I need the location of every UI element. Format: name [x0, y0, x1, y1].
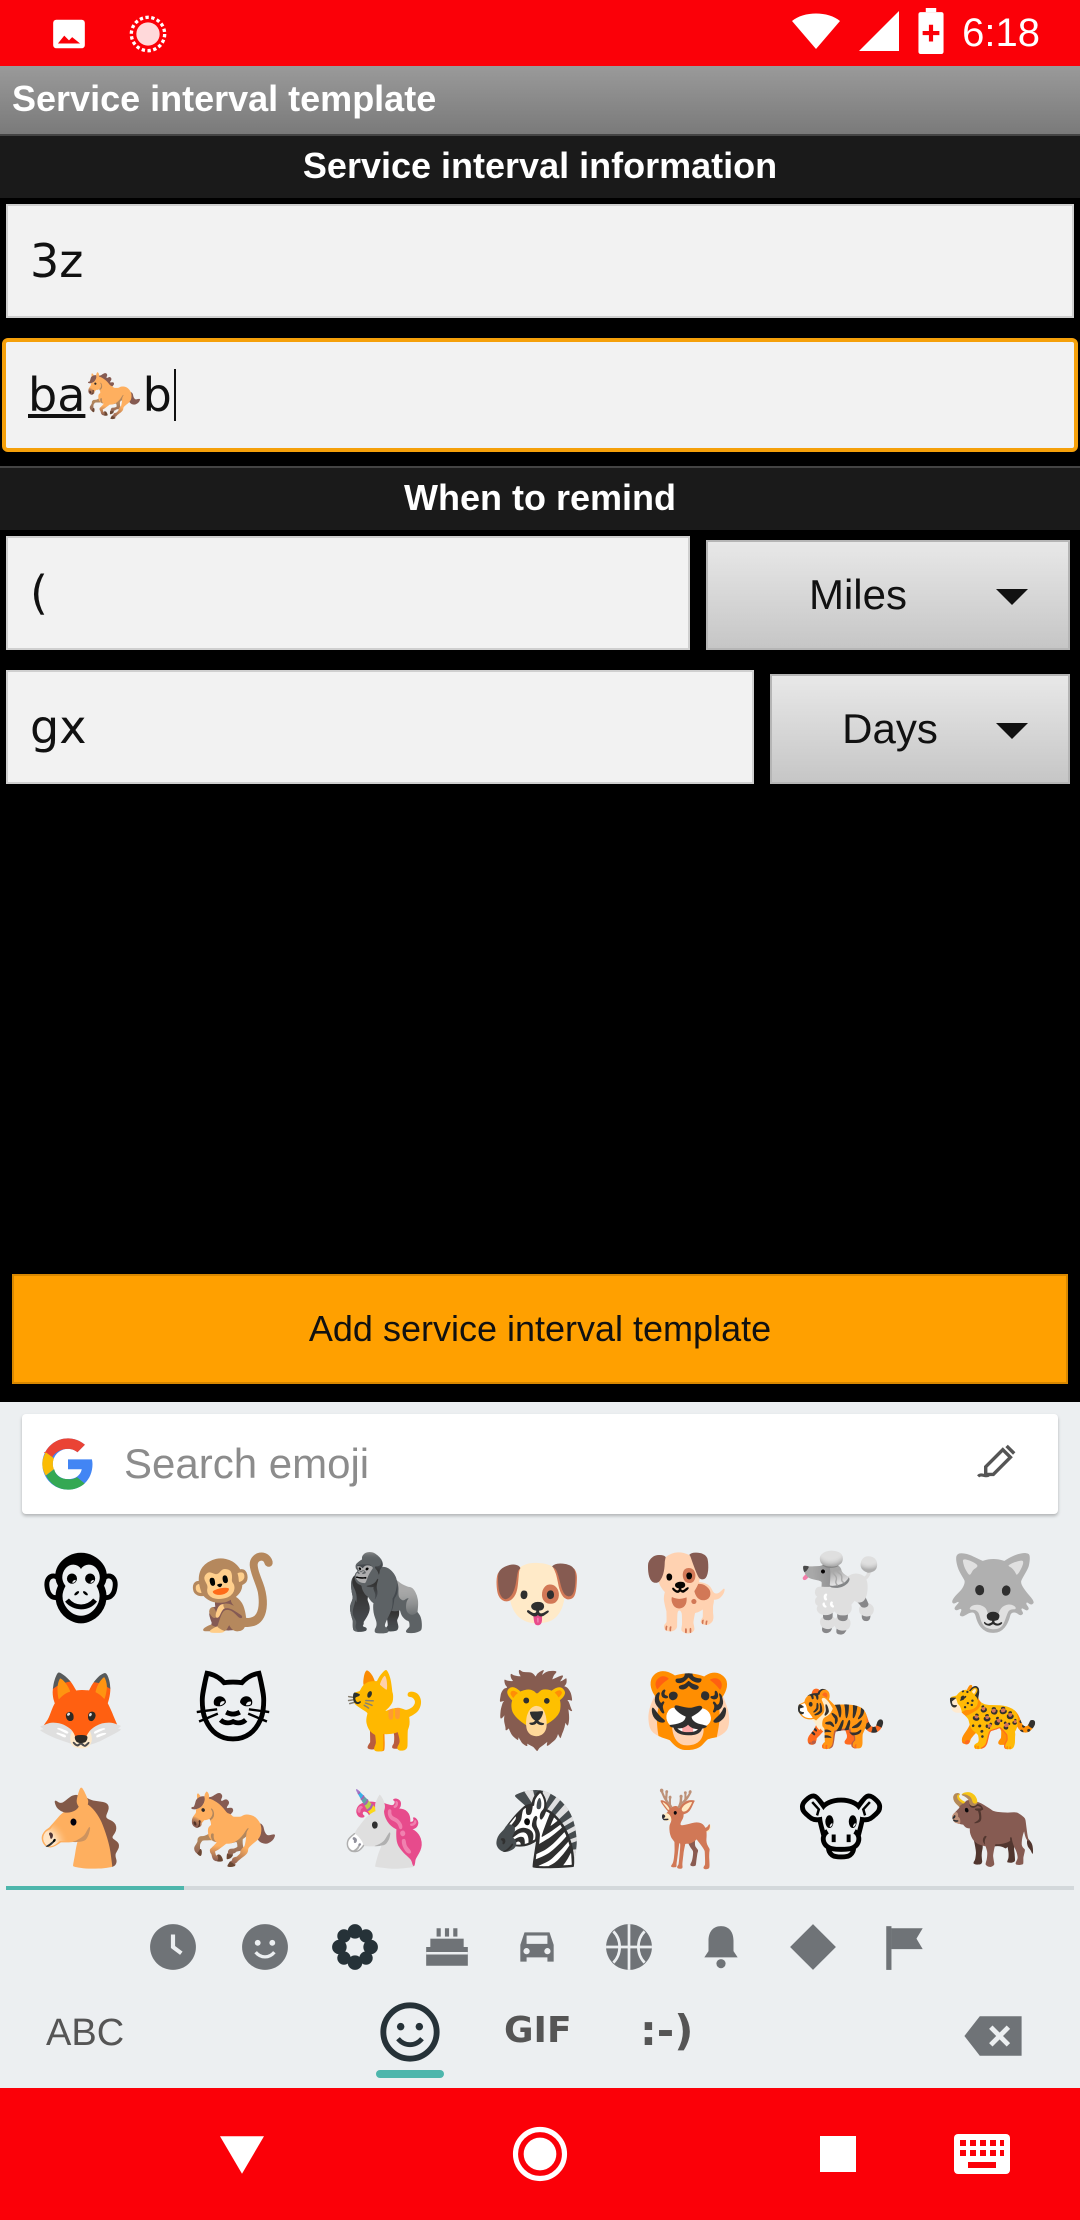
emoji-cat[interactable]: 🐈	[330, 1656, 440, 1766]
emoji-fox[interactable]: 🦊	[26, 1656, 136, 1766]
emoji-wolf[interactable]: 🐺	[938, 1538, 1048, 1648]
keyboard-bottom-row: ABC GIF :-)	[0, 1992, 1080, 2082]
service-description-field[interactable]: ba 🐎 b	[2, 338, 1078, 452]
emoji-horse-face[interactable]: 🐴	[26, 1774, 136, 1884]
description-text-underlined: ba	[28, 368, 86, 422]
chevron-down-icon	[996, 589, 1028, 605]
section-header-info: Service interval information	[0, 134, 1080, 198]
emoji-category-bar	[0, 1914, 1080, 1980]
emoji-leopard[interactable]: 🐆	[938, 1656, 1048, 1766]
abc-key[interactable]: ABC	[46, 2012, 124, 2055]
distance-unit-dropdown[interactable]: Miles	[706, 540, 1070, 650]
wifi-icon	[792, 11, 841, 56]
service-name-field[interactable]: 3z	[6, 204, 1074, 318]
chevron-down-icon	[996, 723, 1028, 739]
time-unit-dropdown[interactable]: Days	[770, 674, 1070, 784]
section-header-remind: When to remind	[0, 466, 1080, 530]
emoji-cow-face[interactable]: 🐮	[786, 1774, 896, 1884]
recents-icon[interactable]	[820, 2136, 856, 2177]
add-template-button[interactable]: Add service interval template	[12, 1274, 1068, 1384]
description-text-rest: b	[142, 368, 172, 422]
emoji-tab-indicator	[376, 2070, 444, 2078]
status-left	[50, 14, 168, 59]
time-unit-label: Days	[842, 705, 938, 752]
home-icon[interactable]	[512, 2126, 568, 2187]
service-name-value: 3z	[30, 234, 84, 288]
emoji-scroll-thumb	[6, 1886, 184, 1890]
google-logo-icon	[40, 1436, 96, 1497]
distance-interval-value: (	[30, 566, 48, 620]
signal-icon	[858, 11, 900, 56]
recent-icon[interactable]	[148, 1922, 198, 1972]
record-icon	[128, 14, 168, 59]
emoji-scroll-indicator	[6, 1886, 1074, 1890]
emoji-monkey[interactable]: 🐒	[178, 1538, 288, 1648]
time-interval-value: gx	[30, 700, 87, 754]
emoticon-key[interactable]: :-)	[640, 2006, 693, 2055]
emoji-dog-face[interactable]: 🐶	[482, 1538, 592, 1648]
emoji-unicorn[interactable]: 🦄	[330, 1774, 440, 1884]
image-icon	[50, 15, 88, 58]
navigation-bar	[0, 2088, 1080, 2220]
food-icon[interactable]	[422, 1922, 472, 1972]
objects-icon[interactable]	[696, 1922, 746, 1972]
emoji-zebra[interactable]: 🦓	[482, 1774, 592, 1884]
distance-unit-label: Miles	[808, 571, 907, 618]
emoji-tiger-face[interactable]: 🐯	[634, 1656, 744, 1766]
smileys-icon[interactable]	[240, 1922, 290, 1972]
emoji-cat-face[interactable]: 🐱	[178, 1656, 288, 1766]
time-interval-field[interactable]: gx	[6, 670, 754, 784]
status-time: 6:18	[962, 11, 1040, 55]
activity-icon[interactable]	[604, 1922, 654, 1972]
emoji-lion[interactable]: 🦁	[482, 1656, 592, 1766]
emoji-poodle[interactable]: 🐩	[786, 1538, 896, 1648]
nature-icon[interactable]	[330, 1922, 380, 1972]
back-icon[interactable]	[220, 2136, 264, 2179]
emoji-ox[interactable]: 🐂	[938, 1774, 1048, 1884]
backspace-icon[interactable]	[962, 2014, 1024, 2063]
text-cursor	[173, 369, 176, 421]
screen: 6:18 Service interval template Service i…	[0, 0, 1080, 2220]
horse-emoji-inline: 🐎	[85, 367, 143, 422]
keyboard-switch-icon[interactable]	[954, 2134, 1010, 2179]
distance-interval-field[interactable]: (	[6, 536, 690, 650]
search-emoji-placeholder: Search emoji	[124, 1440, 370, 1487]
flags-icon[interactable]	[880, 1922, 930, 1972]
emoji-horse[interactable]: 🐎	[178, 1774, 288, 1884]
emoji-monkey-face[interactable]: 🐵	[26, 1538, 136, 1648]
emoji-dog[interactable]: 🐕	[634, 1538, 744, 1648]
app-bar: Service interval template	[0, 66, 1080, 134]
emoji-deer[interactable]: 🦌	[634, 1774, 744, 1884]
gif-key[interactable]: GIF	[504, 2010, 572, 2051]
status-bar: 6:18	[0, 0, 1080, 66]
travel-icon[interactable]	[512, 1922, 562, 1972]
emoji-gorilla[interactable]: 🦍	[330, 1538, 440, 1648]
symbols-icon[interactable]	[788, 1922, 838, 1972]
status-right: 6:18	[792, 8, 1040, 59]
app-title: Service interval template	[12, 78, 437, 119]
battery-icon	[918, 8, 944, 59]
emoji-search-box[interactable]: Search emoji	[22, 1414, 1058, 1514]
emoji-tiger[interactable]: 🐅	[786, 1656, 896, 1766]
emoji-tab-icon[interactable]	[378, 2000, 442, 2069]
emoji-keyboard: Search emoji 🐵 🐒 🦍 🐶 🐕 🐩 🐺 🦊 🐱 🐈 🦁 🐯 🐅 🐆	[0, 1402, 1080, 2088]
handwriting-pen-icon[interactable]	[976, 1444, 1022, 1487]
